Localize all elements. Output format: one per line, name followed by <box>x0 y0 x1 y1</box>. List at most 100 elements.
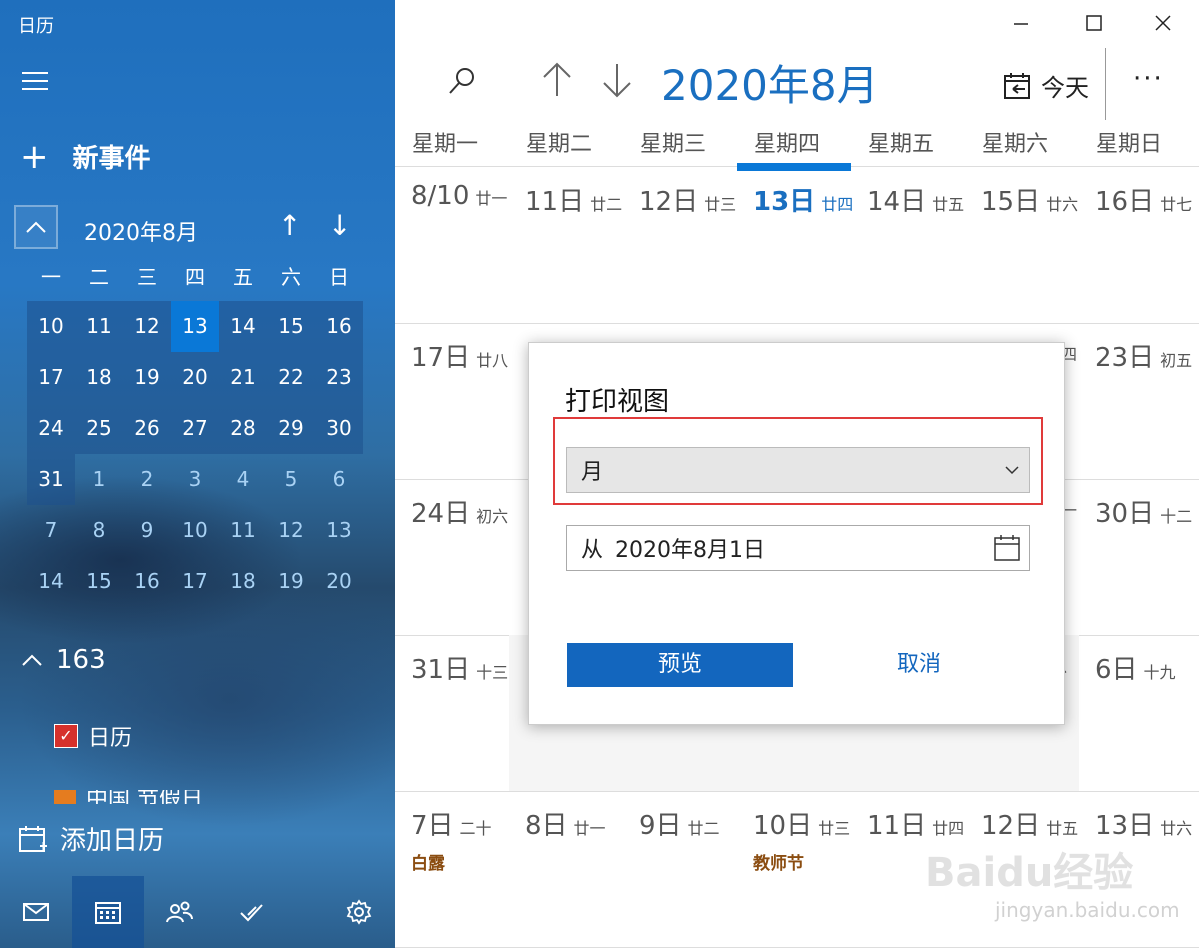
cancel-button[interactable]: 取消 <box>809 643 1029 687</box>
day-number: 6日 十九 <box>1095 649 1176 686</box>
checkbox-icon[interactable] <box>54 790 76 804</box>
mini-day-cell[interactable]: 31 <box>27 454 75 505</box>
calendar-item[interactable]: 中国 节假日 <box>54 790 203 804</box>
mini-day-cell[interactable]: 16 <box>123 556 171 607</box>
day-cell[interactable]: 23日 初五 <box>1079 323 1193 479</box>
calendar-nav-button[interactable] <box>71 876 144 948</box>
mini-day-cell[interactable]: 2 <box>123 454 171 505</box>
mini-day-cell[interactable]: 22 <box>267 352 315 403</box>
mini-day-cell[interactable]: 17 <box>27 352 75 403</box>
checkbox-checked-icon[interactable]: ✓ <box>54 724 78 748</box>
mini-day-cell[interactable]: 12 <box>123 301 171 352</box>
day-cell[interactable]: 8日 廿一 <box>509 791 623 947</box>
day-cell[interactable]: 13日 廿四 <box>737 167 853 327</box>
hamburger-menu-icon[interactable] <box>22 72 48 92</box>
mini-day-cell[interactable]: 30 <box>315 403 363 454</box>
mini-day-cell[interactable]: 23 <box>315 352 363 403</box>
mini-day-cell[interactable]: 10 <box>27 301 75 352</box>
add-calendar-button[interactable]: 添加日历 <box>18 820 164 857</box>
mini-prev-month-arrow-up-icon[interactable]: ↑ <box>278 209 301 242</box>
mini-day-cell[interactable]: 3 <box>171 454 219 505</box>
mini-day-cell[interactable]: 28 <box>219 403 267 454</box>
calendar-picker-icon[interactable] <box>993 534 1021 562</box>
mini-day-cell[interactable]: 12 <box>267 505 315 556</box>
mini-day-cell[interactable]: 26 <box>123 403 171 454</box>
search-icon[interactable] <box>447 66 477 100</box>
mini-next-month-arrow-down-icon[interactable]: ↓ <box>328 209 351 242</box>
day-cell[interactable]: 7日 二十 白露 <box>395 791 509 947</box>
collapse-calendar-button[interactable] <box>14 205 58 249</box>
day-cell[interactable]: 17日 廿八 <box>395 323 509 479</box>
todo-nav-button[interactable] <box>215 876 287 948</box>
mini-day-cell[interactable]: 14 <box>219 301 267 352</box>
mini-day-cell[interactable]: 20 <box>315 556 363 607</box>
maximize-icon[interactable] <box>1086 12 1102 37</box>
mail-nav-button[interactable] <box>0 876 72 948</box>
mini-calendar-month[interactable]: 2020年8月 <box>84 215 198 247</box>
lunar-date: 廿八 <box>476 351 509 370</box>
day-cell[interactable]: 24日 初六 <box>395 479 509 635</box>
day-cell[interactable]: 30日 十二 <box>1079 479 1193 635</box>
mini-day-cell[interactable]: 16 <box>315 301 363 352</box>
settings-nav-button[interactable] <box>323 876 395 948</box>
mini-day-cell[interactable]: 7 <box>27 505 75 556</box>
mini-day-cell[interactable]: 25 <box>75 403 123 454</box>
mini-day-cell[interactable]: 6 <box>315 454 363 505</box>
mini-day-cell[interactable]: 15 <box>75 556 123 607</box>
day-cell[interactable]: 8/10 廿一 <box>395 167 509 323</box>
view-select-dropdown[interactable]: 月 <box>566 447 1030 493</box>
mini-day-cell[interactable]: 19 <box>123 352 171 403</box>
mini-weekday-label: 一 <box>41 265 61 289</box>
mini-day-cell[interactable]: 11 <box>219 505 267 556</box>
month-title[interactable]: 2020年8月 <box>661 52 879 113</box>
arrow-up-icon[interactable] <box>541 62 573 102</box>
people-icon <box>166 901 194 923</box>
mini-day-cell[interactable]: 13 <box>315 505 363 556</box>
mini-day-cell[interactable]: 10 <box>171 505 219 556</box>
new-event-button[interactable]: + 新事件 <box>20 138 151 175</box>
mini-day-cell[interactable]: 17 <box>171 556 219 607</box>
day-cell[interactable]: 16日 廿七 <box>1079 167 1193 323</box>
day-number: 8/10 廿一 <box>411 181 507 211</box>
mini-day-cell[interactable]: 19 <box>267 556 315 607</box>
mini-day-cell[interactable]: 24 <box>27 403 75 454</box>
mini-day-cell[interactable]: 4 <box>219 454 267 505</box>
from-date-picker[interactable]: 从 2020年8月1日 <box>566 525 1030 571</box>
day-cell[interactable]: 14日 廿五 <box>851 167 965 323</box>
day-cell[interactable]: 11日 廿二 <box>509 167 623 323</box>
mini-day-cell[interactable]: 5 <box>267 454 315 505</box>
mini-day-cell[interactable]: 29 <box>267 403 315 454</box>
mini-day-cell[interactable]: 13 <box>171 301 219 352</box>
more-options-icon[interactable]: ··· <box>1133 64 1164 94</box>
lunar-date: 廿五 <box>932 195 965 214</box>
lunar-date: 廿五 <box>1046 819 1079 838</box>
day-cell[interactable]: 31日 十三 <box>395 635 509 791</box>
weekday-label: 星期三 <box>640 132 707 157</box>
mini-day-cell[interactable]: 14 <box>27 556 75 607</box>
sidebar: 日历 + 新事件 2020年8月 ↑ ↓ 一二三四五六日 10 11 12 13 14 1… <box>0 0 395 948</box>
day-cell[interactable]: 9日 廿二 <box>623 791 737 947</box>
day-cell[interactable]: 12日 廿三 <box>623 167 737 323</box>
mini-day-cell[interactable]: 11 <box>75 301 123 352</box>
mini-day-cell[interactable]: 27 <box>171 403 219 454</box>
preview-button[interactable]: 预览 <box>567 643 793 687</box>
people-nav-button[interactable] <box>144 876 216 948</box>
close-icon[interactable] <box>1155 12 1171 37</box>
minimize-icon[interactable] <box>1013 12 1029 37</box>
mini-day-cell[interactable]: 9 <box>123 505 171 556</box>
mini-day-cell[interactable]: 18 <box>219 556 267 607</box>
day-date: 12日 <box>639 187 699 217</box>
mini-day-cell[interactable]: 20 <box>171 352 219 403</box>
day-cell[interactable]: 15日 廿六 <box>965 167 1079 323</box>
day-cell[interactable]: 10日 廿三 教师节 <box>737 791 851 947</box>
calendar-item[interactable]: ✓ 日历 <box>54 720 132 752</box>
mini-day-cell[interactable]: 15 <box>267 301 315 352</box>
day-cell[interactable]: 6日 十九 <box>1079 635 1193 791</box>
mini-day-cell[interactable]: 1 <box>75 454 123 505</box>
mini-day-cell[interactable]: 8 <box>75 505 123 556</box>
arrow-down-icon[interactable] <box>601 62 633 102</box>
mini-day-cell[interactable]: 21 <box>219 352 267 403</box>
mini-day-cell[interactable]: 18 <box>75 352 123 403</box>
today-button[interactable]: 今天 <box>1003 68 1089 103</box>
account-section-toggle[interactable]: 163 <box>22 645 106 675</box>
